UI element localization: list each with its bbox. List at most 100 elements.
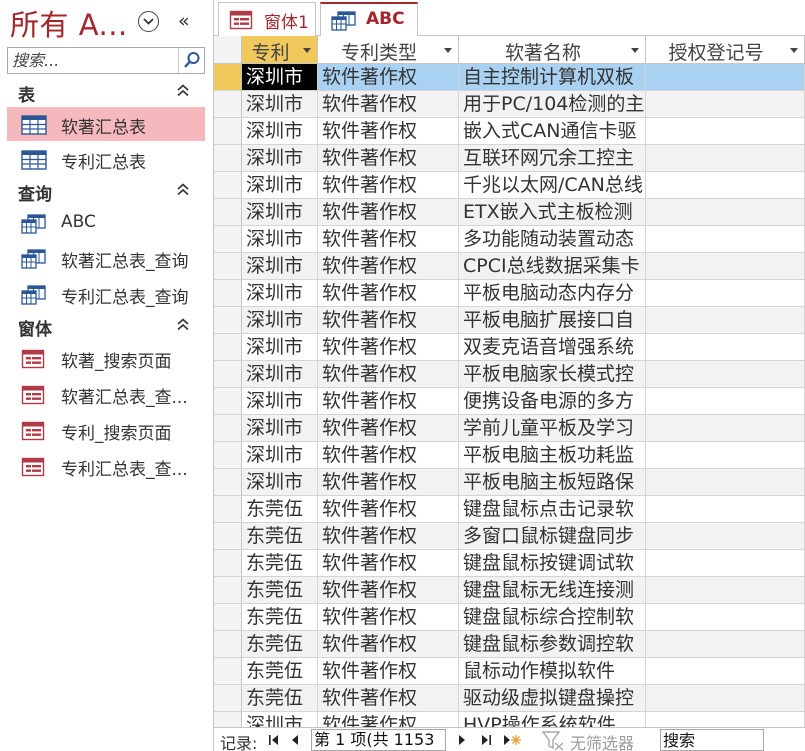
nav-group-header[interactable]: 窗体 (0, 312, 213, 342)
record-selector[interactable] (214, 226, 242, 253)
table-cell[interactable]: 软件著作权 (318, 604, 459, 631)
table-cell[interactable]: 便携设备电源的多方 (459, 388, 646, 415)
table-cell[interactable]: 东莞伍 (242, 550, 318, 577)
table-cell[interactable] (646, 523, 805, 550)
first-record-button[interactable] (266, 731, 282, 749)
table-cell[interactable]: 软件著作权 (318, 685, 459, 712)
nav-search-button[interactable] (178, 48, 204, 73)
table-cell[interactable]: 软件著作权 (318, 658, 459, 685)
table-cell[interactable] (646, 469, 805, 496)
record-selector[interactable] (214, 442, 242, 469)
table-cell[interactable]: 东莞伍 (242, 658, 318, 685)
table-cell[interactable]: 软件著作权 (318, 523, 459, 550)
table-cell[interactable]: 键盘鼠标点击记录软 (459, 496, 646, 523)
table-cell[interactable]: 软件著作权 (318, 145, 459, 172)
table-cell[interactable]: 软件著作权 (318, 469, 459, 496)
table-cell[interactable]: 自主控制计算机双板 (459, 64, 646, 91)
table-cell[interactable]: 东莞伍 (242, 685, 318, 712)
table-cell[interactable]: 软件著作权 (318, 550, 459, 577)
table-cell[interactable]: 软件著作权 (318, 631, 459, 658)
table-cell[interactable]: 深圳市 (242, 253, 318, 280)
table-cell[interactable]: 平板电脑主板短路保 (459, 469, 646, 496)
table-cell[interactable] (646, 388, 805, 415)
table-cell[interactable]: 软件著作权 (318, 226, 459, 253)
previous-record-button[interactable] (287, 731, 303, 749)
table-cell[interactable]: 深圳市 (242, 145, 318, 172)
table-cell[interactable]: 深圳市 (242, 307, 318, 334)
table-cell[interactable] (646, 307, 805, 334)
record-selector[interactable] (214, 145, 242, 172)
nav-item[interactable]: 软著_搜索页面 (7, 341, 205, 375)
table-cell[interactable]: 东莞伍 (242, 496, 318, 523)
nav-item[interactable]: 专利_搜索页面 (7, 413, 205, 447)
nav-item[interactable]: 专利汇总表_查... (7, 449, 205, 483)
table-cell[interactable]: 深圳市 (242, 199, 318, 226)
table-cell[interactable] (646, 631, 805, 658)
table-cell[interactable]: 软件著作权 (318, 172, 459, 199)
table-cell[interactable] (646, 712, 805, 727)
table-cell[interactable]: 软件著作权 (318, 388, 459, 415)
filter-indicator[interactable]: 无筛选器 (538, 729, 656, 751)
table-cell[interactable]: 驱动级虚拟键盘操控 (459, 685, 646, 712)
record-selector[interactable] (214, 280, 242, 307)
table-cell[interactable]: 双麦克语音增强系统 (459, 334, 646, 361)
select-all-button[interactable] (214, 36, 242, 64)
table-cell[interactable] (646, 253, 805, 280)
table-cell[interactable]: 平板电脑家长模式控 (459, 361, 646, 388)
table-cell[interactable]: 深圳市 (242, 64, 318, 91)
table-cell[interactable]: ETX嵌入式主板检测 (459, 199, 646, 226)
table-cell[interactable]: 软件著作权 (318, 64, 459, 91)
table-cell[interactable]: 软件著作权 (318, 91, 459, 118)
nav-group-header[interactable]: 表 (0, 78, 213, 108)
table-cell[interactable]: 鼠标动作模拟软件 (459, 658, 646, 685)
table-cell[interactable]: 多窗口鼠标键盘同步 (459, 523, 646, 550)
record-selector[interactable] (214, 415, 242, 442)
record-selector[interactable] (214, 685, 242, 712)
table-cell[interactable]: 深圳市 (242, 226, 318, 253)
table-cell[interactable]: CPCI总线数据采集卡 (459, 253, 646, 280)
nav-item[interactable]: ABC (7, 206, 205, 240)
record-selector[interactable] (214, 118, 242, 145)
record-selector[interactable] (214, 469, 242, 496)
record-selector[interactable] (214, 64, 242, 91)
table-cell[interactable]: 多功能随动装置动态 (459, 226, 646, 253)
table-cell[interactable] (646, 118, 805, 145)
table-cell[interactable]: 深圳市 (242, 361, 318, 388)
record-selector[interactable] (214, 712, 242, 727)
table-cell[interactable]: 深圳市 (242, 172, 318, 199)
column-header[interactable]: 授权登记号 (646, 36, 805, 64)
new-record-button[interactable] (502, 731, 521, 749)
shutter-bar-close-button[interactable]: « (178, 9, 196, 33)
nav-item[interactable]: 专利汇总表_查询 (7, 277, 205, 311)
record-search-input[interactable] (660, 729, 764, 751)
record-selector[interactable] (214, 307, 242, 334)
table-cell[interactable] (646, 550, 805, 577)
table-cell[interactable] (646, 145, 805, 172)
table-cell[interactable] (646, 658, 805, 685)
table-cell[interactable]: 东莞伍 (242, 631, 318, 658)
record-selector[interactable] (214, 334, 242, 361)
nav-title[interactable]: 所有 A... (10, 2, 128, 44)
table-cell[interactable]: 软件著作权 (318, 280, 459, 307)
table-cell[interactable]: 平板电脑主板功耗监 (459, 442, 646, 469)
table-cell[interactable] (646, 361, 805, 388)
table-cell[interactable] (646, 280, 805, 307)
nav-item[interactable]: 软著汇总表_查询 (7, 241, 205, 275)
nav-item[interactable]: 软著汇总表 (7, 107, 205, 141)
sort-dropdown-icon[interactable] (790, 48, 798, 53)
table-cell[interactable]: 深圳市 (242, 415, 318, 442)
table-cell[interactable]: 深圳市 (242, 469, 318, 496)
table-cell[interactable] (646, 415, 805, 442)
column-header[interactable]: 软著名称 (459, 36, 646, 64)
table-cell[interactable]: 软件著作权 (318, 361, 459, 388)
table-cell[interactable] (646, 91, 805, 118)
record-selector[interactable] (214, 361, 242, 388)
table-cell[interactable]: 软件著作权 (318, 253, 459, 280)
table-cell[interactable]: 深圳市 (242, 91, 318, 118)
nav-item[interactable]: 专利汇总表 (7, 142, 205, 176)
record-selector[interactable] (214, 631, 242, 658)
table-cell[interactable]: 软件著作权 (318, 118, 459, 145)
sort-dropdown-icon[interactable] (631, 48, 639, 53)
record-selector[interactable] (214, 550, 242, 577)
table-cell[interactable]: 深圳市 (242, 280, 318, 307)
